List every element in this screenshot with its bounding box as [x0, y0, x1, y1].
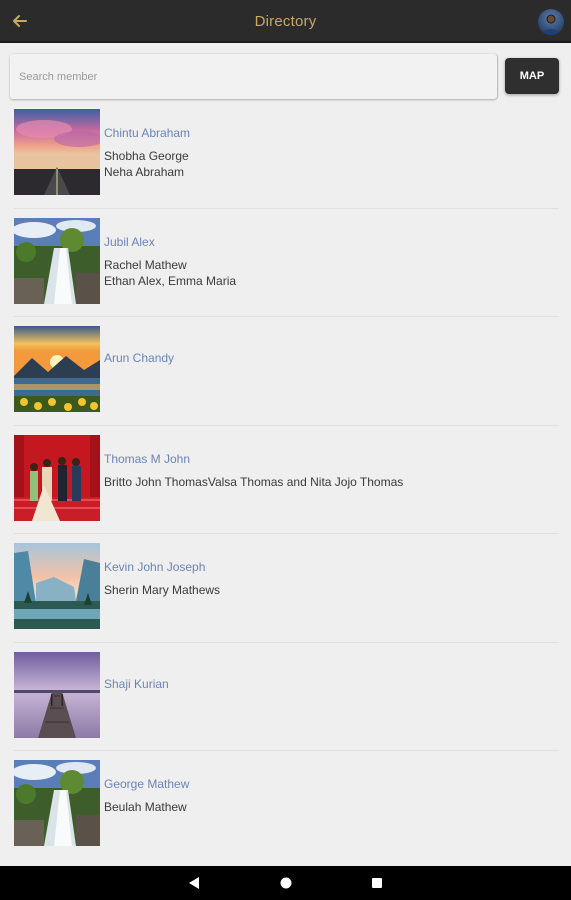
user-avatar-icon — [542, 14, 560, 35]
app-bar: Directory — [0, 0, 571, 43]
member-detail: Beulah Mathew — [104, 800, 187, 814]
member-info: Thomas M John Britto John ThomasValsa Th… — [104, 451, 561, 490]
member-name[interactable]: Shaji Kurian — [104, 676, 561, 692]
member-info: Kevin John Joseph Sherin Mary Mathews — [104, 559, 561, 598]
member-list: Chintu Abraham Shobha George Neha Abraha… — [0, 100, 571, 860]
square-recents-icon[interactable] — [371, 877, 383, 889]
member-detail: Ethan Alex, Emma Maria — [104, 273, 237, 288]
list-item[interactable]: George Mathew Beulah Mathew — [0, 751, 571, 860]
list-item[interactable]: Arun Chandy — [0, 317, 571, 426]
search-input[interactable] — [10, 54, 497, 99]
list-item[interactable]: Kevin John Joseph Sherin Mary Mathews — [0, 534, 571, 643]
list-item[interactable]: Chintu Abraham Shobha George Neha Abraha… — [0, 100, 571, 209]
valley-river-photo — [14, 543, 100, 629]
list-item[interactable]: Shaji Kurian — [0, 643, 571, 751]
member-detail: Rachel Mathew — [104, 257, 187, 272]
member-info: Shaji Kurian — [104, 676, 561, 692]
member-detail: Shobha George — [104, 149, 189, 163]
avatar[interactable] — [538, 9, 564, 35]
map-button[interactable]: MAP — [505, 58, 559, 94]
search-box — [10, 54, 497, 99]
waterfall-photo — [14, 760, 100, 846]
lake-pier-photo — [14, 651, 100, 738]
list-item[interactable]: Jubil Alex Rachel Mathew Ethan Alex, Emm… — [0, 209, 571, 317]
member-detail: Neha Abraham — [104, 165, 185, 179]
waterfall-photo — [14, 217, 100, 304]
circle-home-icon[interactable] — [279, 876, 293, 890]
member-name[interactable]: Arun Chandy — [104, 350, 561, 366]
member-name[interactable]: Jubil Alex — [104, 234, 561, 250]
triangle-back-icon[interactable] — [187, 876, 201, 890]
member-name[interactable]: Thomas M John — [104, 451, 561, 467]
member-info: George Mathew Beulah Mathew — [104, 776, 561, 815]
sunset-road-photo — [14, 109, 100, 195]
member-name[interactable]: George Mathew — [104, 776, 561, 792]
member-name[interactable]: Kevin John Joseph — [104, 559, 561, 575]
member-info: Arun Chandy — [104, 350, 561, 366]
member-info: Chintu Abraham Shobha George Neha Abraha… — [104, 125, 561, 180]
member-detail: Britto John ThomasValsa Thomas and Nita … — [104, 474, 404, 489]
member-info: Jubil Alex Rachel Mathew Ethan Alex, Emm… — [104, 234, 561, 289]
list-item[interactable]: Thomas M John Britto John ThomasValsa Th… — [0, 426, 571, 534]
mountain-lake-sunflowers-photo — [14, 326, 100, 412]
member-name[interactable]: Chintu Abraham — [104, 125, 561, 141]
system-nav-bar — [0, 866, 571, 900]
member-detail: Sherin Mary Mathews — [104, 583, 221, 597]
family-wedding-photo — [14, 434, 100, 521]
page-title: Directory — [254, 13, 317, 30]
